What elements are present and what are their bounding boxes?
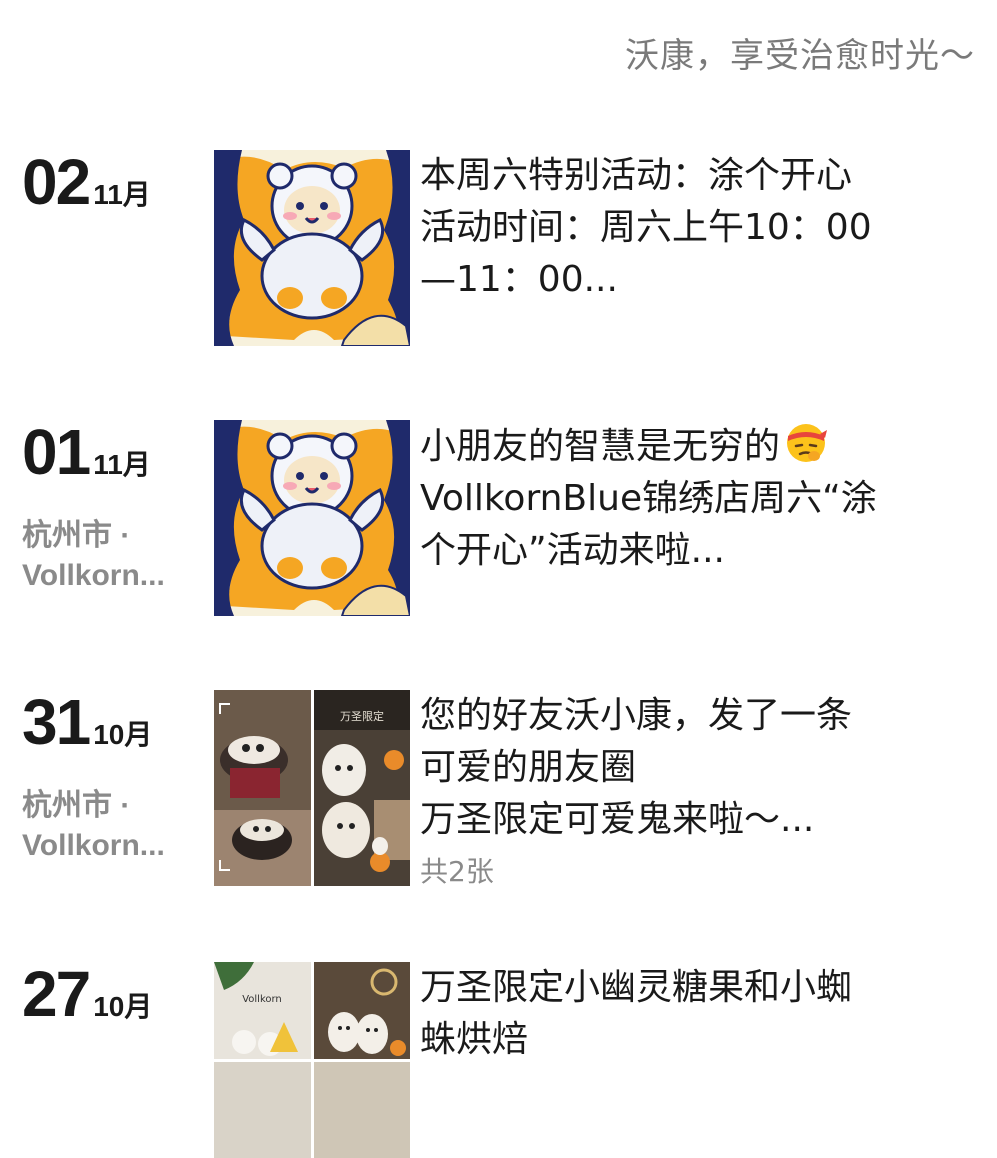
location-city: 杭州市 · [22, 516, 197, 556]
post-text-line: 个开心”活动来啦... [420, 525, 980, 577]
post-text-line: 万圣限定小幽灵糖果和小蜘 [420, 962, 980, 1014]
post-day: 01 [22, 420, 89, 484]
image-count-label: 共2张 [420, 852, 980, 892]
post-text-line: 本周六特别活动：涂个开心 [420, 150, 980, 202]
photo-caption-text: 万圣限定 [340, 709, 384, 723]
location-place: Vollkorn... [22, 556, 197, 596]
post-date: 2710月 [22, 962, 152, 1026]
moment-post[interactable]: 3110月 杭州市 · Vollkorn... [0, 690, 997, 900]
post-text: 万圣限定小幽灵糖果和小蜘 蛛烘焙 [420, 962, 980, 1066]
bear-illustration-image [214, 420, 410, 616]
post-day: 02 [22, 150, 89, 214]
moment-post[interactable]: 0111月 杭州市 · Vollkorn... 小朋友 [0, 420, 997, 630]
post-text-line: 活动时间：周六上午10：00 [420, 202, 980, 254]
post-photo [214, 1062, 311, 1158]
post-thumbnail[interactable] [214, 150, 410, 346]
post-text-line-content: 小朋友的智慧是无穷的 [420, 426, 780, 467]
post-text-line: 小朋友的智慧是无穷的 [420, 420, 980, 473]
post-text-line: VollkornBlue锦绣店周六“涂 [420, 473, 980, 525]
thinking-headband-emoji-icon [784, 420, 828, 464]
post-thumbnail[interactable]: 万圣限定 [214, 690, 410, 886]
post-photo [314, 1062, 411, 1158]
post-text-line: —11：00... [420, 254, 980, 306]
location-place: Vollkorn... [22, 826, 197, 866]
post-text: 小朋友的智慧是无穷的 VollkornBlue锦绣店周六“涂 个开心”活动来啦.… [420, 420, 980, 577]
halloween-cake-photo [214, 690, 311, 886]
profile-signature: 沃康，享受治愈时光～ [625, 28, 975, 77]
post-month: 10月 [93, 985, 152, 1025]
post-thumbnail[interactable] [214, 420, 410, 616]
post-date: 0211月 [22, 150, 151, 214]
post-text-line: 万圣限定可爱鬼来啦～... [420, 794, 980, 846]
bear-illustration-image [214, 150, 410, 346]
post-month: 11月 [93, 443, 151, 483]
location-city: 杭州市 · [22, 786, 197, 826]
moment-post[interactable]: 0211月 本周六特别活动：涂个开心 活动时间：周六上午10：00 [0, 150, 997, 360]
ghost-candy-photo: Vollkorn [214, 962, 311, 1059]
post-day: 27 [22, 962, 89, 1026]
post-thumbnail[interactable]: Vollkorn [214, 962, 410, 1158]
post-date: 3110月 [22, 690, 152, 754]
post-text-line: 您的好友沃小康，发了一条 [420, 690, 980, 742]
post-day: 31 [22, 690, 89, 754]
post-date: 0111月 [22, 420, 151, 484]
post-text-line: 蛛烘焙 [420, 1014, 980, 1066]
post-month: 11月 [93, 173, 151, 213]
moment-post[interactable]: 2710月 Vollkorn [0, 962, 997, 1072]
post-month: 10月 [93, 713, 152, 753]
post-location[interactable]: 杭州市 · Vollkorn... [22, 516, 197, 596]
halloween-ghost-photo: 万圣限定 [314, 690, 411, 886]
post-text-line: 可爱的朋友圈 [420, 742, 980, 794]
post-text: 您的好友沃小康，发了一条 可爱的朋友圈 万圣限定可爱鬼来啦～... 共2张 [420, 690, 980, 892]
photo-caption-text: Vollkorn [242, 994, 282, 1005]
post-text: 本周六特别活动：涂个开心 活动时间：周六上午10：00 —11：00... [420, 150, 980, 306]
post-location[interactable]: 杭州市 · Vollkorn... [22, 786, 197, 866]
ghost-bakery-photo [314, 962, 411, 1059]
